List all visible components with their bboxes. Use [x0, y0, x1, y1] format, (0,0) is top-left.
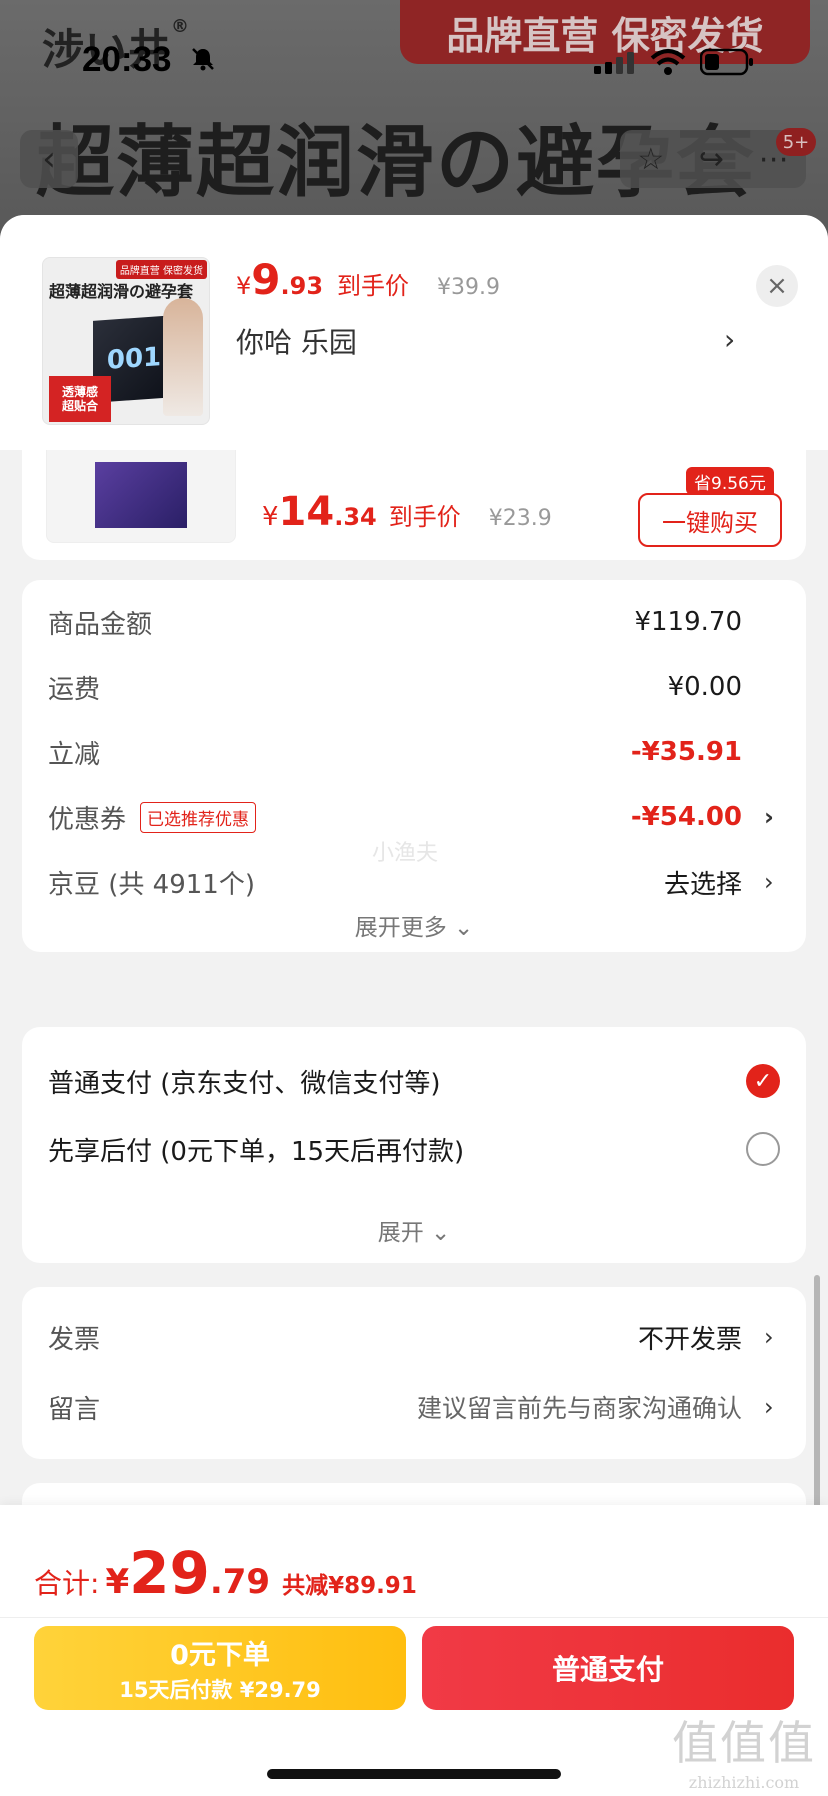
pay-later-button[interactable]: 0元下单 15天后付款 ¥29.79 — [34, 1626, 406, 1710]
invoice-row[interactable]: 发票 不开发票 › — [48, 1317, 776, 1357]
total-integer: 29 — [129, 1539, 210, 1607]
payment-method-card: 普通支付 (京东支付、微信支付等) ✓ 先享后付 (0元下单，15天后再付款) … — [22, 1027, 806, 1263]
pay-later-line2: 15天后付款 ¥29.79 — [119, 1677, 321, 1702]
expand-payment-button[interactable]: 展开 ⌄ — [22, 1213, 806, 1247]
savings-tag: 省9.56元 — [686, 467, 774, 495]
check-icon[interactable]: ✓ — [746, 1064, 780, 1098]
chevron-down-icon: ⌄ — [431, 1220, 451, 1246]
original-price: ¥23.9 — [488, 506, 552, 531]
instant-discount-label: 立减 — [48, 739, 101, 770]
expand-payment-label: 展开 — [377, 1220, 424, 1246]
price-currency: ¥ — [262, 502, 279, 532]
selected-spec[interactable]: 你哈 乐园 — [236, 321, 357, 361]
invoice-label: 发票 — [48, 1324, 101, 1355]
jd-beans-row[interactable]: 京豆 (共 4911个) 去选择 › — [48, 862, 776, 902]
close-icon: × — [766, 271, 788, 301]
remark-label: 留言 — [48, 1394, 101, 1425]
goods-amount-row: 商品金额 ¥119.70› — [48, 602, 776, 642]
price-suffix: 到手价 — [388, 503, 461, 531]
brand-logo-text: 涉い井 — [42, 25, 172, 74]
close-button[interactable]: × — [756, 265, 798, 307]
divider — [0, 1617, 828, 1618]
instant-discount-value: -¥35.91 — [630, 737, 742, 767]
spec-chevron-right-icon[interactable]: › — [724, 323, 735, 356]
expand-more-label: 展开更多 — [354, 915, 447, 941]
original-price: ¥39.9 — [437, 275, 501, 300]
background-product-page: 涉い井® 品牌直营 保密发货 超薄超润滑の避孕套 ‹ ☆ ↪ ⋯ 5+ — [0, 0, 828, 230]
message-count-badge: 5+ — [776, 128, 816, 156]
total-saving: 共减¥89.91 — [282, 1573, 417, 1599]
order-summary-card: 商品金额 ¥119.70› 运费 ¥0.00› 立减 -¥35.91› 优惠券已… — [22, 580, 806, 952]
back-arrow-icon: ‹ — [42, 139, 56, 179]
price-integer: 14 — [278, 489, 335, 535]
payment-option-pay-later[interactable]: 先享后付 (0元下单，15天后再付款) — [48, 1125, 780, 1173]
thumbnail-label-line1: 透薄感 — [61, 385, 98, 399]
share-icon[interactable]: ↪ — [699, 142, 724, 177]
goods-amount-value: ¥119.70 — [634, 607, 742, 637]
remark-placeholder: 建议留言前先与商家沟通确认 — [416, 1394, 742, 1423]
chevron-right-icon: › — [764, 868, 774, 896]
radio-unchecked-icon[interactable] — [746, 1132, 780, 1166]
payment-option-label: 普通支付 (京东支付、微信支付等) — [48, 1068, 441, 1099]
back-button[interactable]: ‹ — [20, 130, 78, 188]
invoice-value: 不开发票 — [637, 1324, 742, 1355]
price-suffix: 到手价 — [337, 272, 410, 300]
site-watermark-url: zhizhizhi.com — [688, 1773, 800, 1792]
chevron-down-icon: ⌄ — [454, 915, 474, 941]
remark-row[interactable]: 留言 建议留言前先与商家沟通确认 › — [48, 1387, 776, 1427]
shipping-row: 运费 ¥0.00› — [48, 667, 776, 707]
coupon-row[interactable]: 优惠券 已选推荐优惠 -¥54.00 › — [48, 797, 776, 837]
site-watermark-logo: 值值值 — [672, 1716, 816, 1770]
order-total: 合计: ¥ 29 .79 共减¥89.91 — [34, 1539, 417, 1607]
price-decimal: .93 — [280, 272, 324, 300]
jd-beans-label: 京豆 (共 4911个) — [48, 869, 255, 900]
total-decimal: .79 — [209, 1562, 271, 1602]
product-thumbnail[interactable]: 品牌直营 保密发货 超薄超润滑の避孕套 001 透薄感 超贴合 — [42, 257, 210, 425]
final-price: ¥ 9 .93 到手价 ¥39.9 — [236, 255, 500, 304]
thumbnail-red-label: 透薄感 超贴合 — [49, 376, 111, 422]
one-click-buy-button[interactable]: 一键购买 — [638, 493, 782, 547]
favorite-star-icon[interactable]: ☆ — [637, 142, 664, 177]
price-decimal: .34 — [334, 503, 377, 531]
instant-discount-row: 立减 -¥35.91› — [48, 732, 776, 772]
site-watermark: 值值值 zhizhizhi.com — [672, 1707, 816, 1792]
coupon-label: 优惠券 — [48, 804, 127, 835]
jd-beans-select: 去选择 — [663, 869, 742, 900]
checkout-bottom-bar: 合计: ¥ 29 .79 共减¥89.91 0元下单 15天后付款 ¥29.79… — [0, 1505, 828, 1796]
coupon-value: -¥54.00 — [630, 802, 742, 832]
price-currency: ¥ — [236, 272, 252, 300]
brand-logo: 涉い井® — [42, 16, 190, 77]
recommended-product-image[interactable] — [46, 435, 236, 543]
product-box-graphic — [95, 462, 187, 528]
payment-option-standard[interactable]: 普通支付 (京东支付、微信支付等) ✓ — [48, 1057, 780, 1105]
payment-option-label: 先享后付 (0元下单，15天后再付款) — [48, 1136, 465, 1167]
coupon-recommended-tag: 已选推荐优惠 — [140, 801, 257, 833]
thumbnail-model-figure — [163, 298, 203, 416]
brand-registered-mark: ® — [171, 16, 191, 37]
price-integer: 9 — [251, 255, 281, 304]
selected-product-header: 品牌直营 保密发货 超薄超润滑の避孕套 001 透薄感 超贴合 ¥ 9 .93 … — [0, 215, 828, 450]
thumbnail-title: 超薄超润滑の避孕套 — [49, 282, 194, 301]
goods-amount-label: 商品金额 — [48, 609, 153, 640]
invoice-remark-card: 发票 不开发票 › 留言 建议留言前先与商家沟通确认 › — [22, 1287, 806, 1459]
total-label: 合计: — [34, 1567, 100, 1600]
standard-pay-button[interactable]: 普通支付 — [422, 1626, 794, 1710]
chevron-right-icon: › — [764, 803, 774, 831]
watermark-text: 小渔夫 — [372, 841, 439, 866]
thumbnail-label-line2: 超贴合 — [61, 399, 98, 413]
promo-banner: 品牌直营 保密发货 — [400, 0, 810, 64]
chevron-right-icon: › — [764, 1323, 774, 1351]
pay-later-line1: 0元下单 — [170, 1639, 270, 1671]
home-indicator[interactable] — [267, 1769, 561, 1779]
total-currency: ¥ — [105, 1562, 130, 1602]
thumbnail-tag: 品牌直营 保密发货 — [115, 260, 207, 279]
recommended-price: ¥ 14 .34 到手价 ¥23.9 — [262, 489, 552, 535]
shipping-label: 运费 — [48, 674, 101, 705]
chevron-right-icon: › — [764, 1393, 774, 1421]
expand-more-button[interactable]: 展开更多 ⌄ — [22, 908, 806, 942]
shipping-value: ¥0.00 — [667, 672, 742, 702]
